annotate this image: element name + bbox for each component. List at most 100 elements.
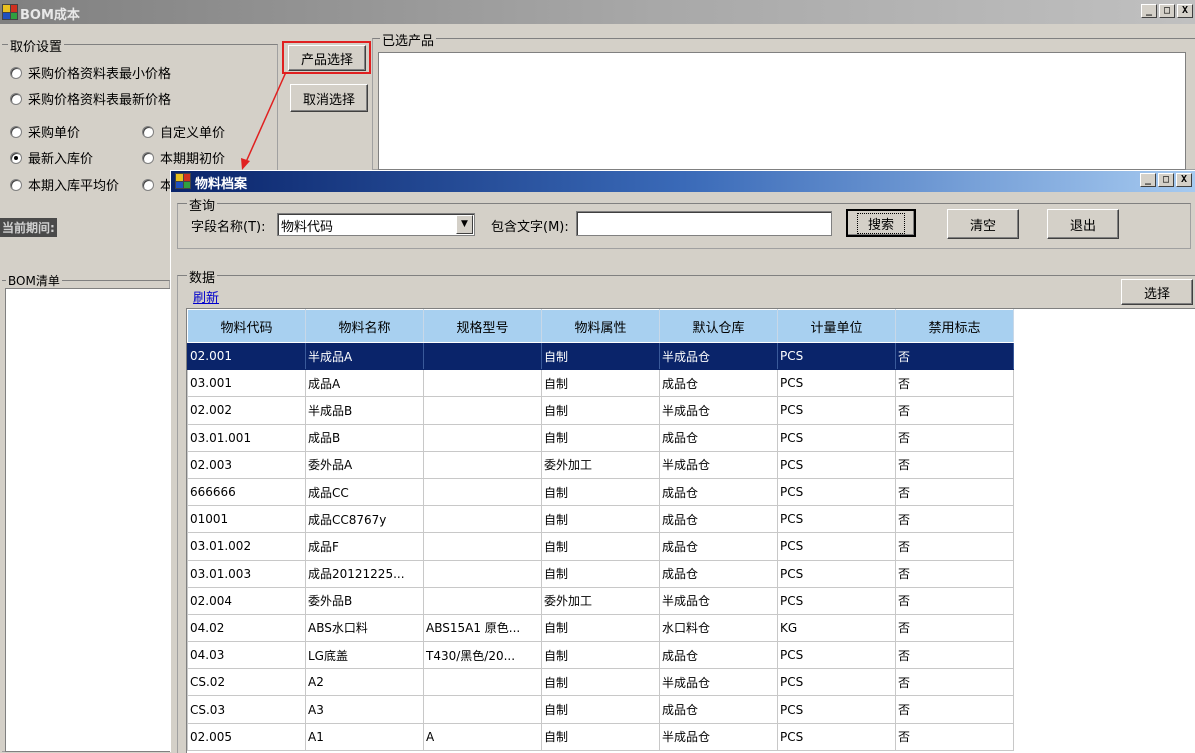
radio-indicator[interactable] [10, 92, 22, 105]
cell-spec [423, 369, 542, 398]
dialog-maximize-button[interactable]: □ [1158, 173, 1174, 187]
product-select-button[interactable]: 产品选择 [288, 45, 366, 71]
dialog-close-button[interactable]: X [1176, 173, 1192, 187]
cell-disabled: 否 [895, 641, 1014, 670]
table-row[interactable]: 666666 成品CC 自制 成品仓 PCS 否 [187, 477, 1014, 507]
column-header-name[interactable]: 物料名称 [305, 309, 424, 343]
minimize-button[interactable]: _ [1141, 4, 1157, 18]
close-button[interactable]: X [1177, 4, 1193, 18]
field-name-combo[interactable]: 物料代码 ▼ [277, 213, 475, 236]
radio-indicator[interactable] [10, 151, 22, 164]
table-row[interactable]: 02.003 委外品A 委外加工 半成品仓 PCS 否 [187, 450, 1014, 479]
cell-spec [423, 586, 542, 615]
contains-text-input[interactable] [576, 211, 832, 236]
cell-name: 委外品B [305, 586, 424, 615]
radio-purchase-min-price[interactable]: 采购价格资料表最小价格 [10, 63, 171, 82]
cell-code: CS.02 [187, 668, 306, 697]
table-row[interactable]: 03.01.002 成品F 自制 成品仓 PCS 否 [187, 532, 1014, 561]
cell-unit: PCS [777, 396, 896, 425]
table-row[interactable]: CS.03 A3 自制 成品仓 PCS 否 [187, 695, 1014, 724]
column-header-disabled[interactable]: 禁用标志 [895, 309, 1014, 343]
dialog-minimize-button[interactable]: _ [1140, 173, 1156, 187]
app-icon [175, 173, 191, 189]
table-row[interactable]: 03.01.001 成品B 自制 成品仓 PCS 否 [187, 423, 1014, 452]
dialog-title: 物料档案 [195, 177, 248, 192]
table-row[interactable]: 04.03 LG底盖 T430/黑色/20... 自制 成品仓 PCS 否 [187, 641, 1014, 670]
cell-unit: PCS [777, 695, 896, 724]
radio-label: 最新入库价 [28, 152, 94, 167]
cell-attribute: 自制 [541, 532, 660, 561]
radio-indicator[interactable] [142, 151, 154, 164]
cell-spec [423, 532, 542, 561]
refresh-link[interactable]: 刷新 [193, 287, 219, 306]
radio-period-inbound-average-price[interactable]: 本期入库平均价 [10, 175, 119, 194]
maximize-button[interactable]: □ [1159, 4, 1175, 18]
cancel-select-button[interactable]: 取消选择 [290, 84, 368, 112]
radio-partially-hidden[interactable]: 本 [142, 175, 173, 194]
cell-disabled: 否 [895, 532, 1014, 561]
current-period-label: 当前期间: [0, 218, 57, 237]
column-header-attribute[interactable]: 物料属性 [541, 309, 660, 343]
radio-purchase-unit-price[interactable]: 采购单价 [10, 122, 80, 141]
material-grid[interactable]: 物料代码 物料名称 规格型号 物料属性 默认仓库 计量单位 禁用标志 02.00… [186, 308, 1195, 753]
main-title-bar: BOM成本 _ □ X [0, 0, 1195, 24]
bom-list-panel[interactable] [5, 288, 171, 752]
column-header-warehouse[interactable]: 默认仓库 [659, 309, 778, 343]
column-header-code[interactable]: 物料代码 [187, 309, 306, 343]
cell-code: 04.03 [187, 641, 306, 670]
selected-products-panel[interactable] [378, 52, 1186, 170]
radio-latest-inbound-price[interactable]: 最新入库价 [10, 148, 93, 167]
radio-indicator[interactable] [10, 178, 22, 191]
table-row[interactable]: 02.001 半成品A 自制 半成品仓 PCS 否 [187, 341, 1014, 371]
cell-unit: PCS [777, 668, 896, 697]
radio-indicator[interactable] [142, 178, 154, 191]
radio-indicator[interactable] [10, 125, 22, 138]
radio-period-opening-price[interactable]: 本期期初价 [142, 148, 225, 167]
cell-disabled: 否 [895, 505, 1014, 534]
table-row[interactable]: 04.02 ABS水口料 ABS15A1 原色... 自制 水口料仓 KG 否 [187, 613, 1014, 643]
cell-spec [423, 341, 542, 371]
radio-label: 自定义单价 [160, 126, 226, 141]
select-button[interactable]: 选择 [1121, 279, 1193, 305]
price-settings-legend: 取价设置 [8, 36, 65, 55]
cell-spec [423, 450, 542, 479]
cell-name: 成品20121225... [305, 559, 424, 588]
cell-name: 半成品A [305, 341, 424, 371]
cell-attribute: 自制 [541, 396, 660, 425]
cell-unit: PCS [777, 722, 896, 751]
radio-indicator[interactable] [142, 125, 154, 138]
table-row[interactable]: 03.01.003 成品20121225... 自制 成品仓 PCS 否 [187, 559, 1014, 588]
cell-disabled: 否 [895, 559, 1014, 588]
table-row[interactable]: 02.004 委外品B 委外加工 半成品仓 PCS 否 [187, 586, 1014, 615]
cell-spec [423, 505, 542, 534]
cell-name: A1 [305, 722, 424, 751]
column-header-spec[interactable]: 规格型号 [423, 309, 542, 343]
cell-spec: T430/黑色/20... [423, 641, 542, 670]
annotation-arrow [241, 71, 287, 170]
radio-purchase-latest-price[interactable]: 采购价格资料表最新价格 [10, 89, 171, 108]
clear-button[interactable]: 清空 [947, 209, 1019, 239]
cell-unit: KG [777, 613, 896, 643]
exit-button[interactable]: 退出 [1047, 209, 1119, 239]
radio-indicator[interactable] [10, 66, 22, 79]
cell-unit: PCS [777, 369, 896, 398]
cell-attribute: 自制 [541, 477, 660, 507]
cell-spec [423, 423, 542, 452]
table-row[interactable]: 02.005 A1 A 自制 半成品仓 PCS 否 [187, 722, 1014, 751]
table-row[interactable]: CS.02 A2 自制 半成品仓 PCS 否 [187, 668, 1014, 697]
table-header-row: 物料代码 物料名称 规格型号 物料属性 默认仓库 计量单位 禁用标志 [187, 309, 1014, 343]
cell-unit: PCS [777, 505, 896, 534]
cell-code: CS.03 [187, 695, 306, 724]
search-button[interactable]: 搜索 [846, 209, 916, 237]
column-header-unit[interactable]: 计量单位 [777, 309, 896, 343]
cell-code: 02.001 [187, 341, 306, 371]
table-row[interactable]: 01001 成品CC8767y 自制 成品仓 PCS 否 [187, 505, 1014, 534]
table-row[interactable]: 03.001 成品A 自制 成品仓 PCS 否 [187, 369, 1014, 398]
cell-attribute: 自制 [541, 423, 660, 452]
field-name-label: 字段名称(T): [191, 220, 266, 235]
cell-name: LG底盖 [305, 641, 424, 670]
radio-custom-unit-price[interactable]: 自定义单价 [142, 122, 225, 141]
cell-disabled: 否 [895, 695, 1014, 724]
table-row[interactable]: 02.002 半成品B 自制 半成品仓 PCS 否 [187, 396, 1014, 425]
chevron-down-icon[interactable]: ▼ [456, 215, 473, 234]
